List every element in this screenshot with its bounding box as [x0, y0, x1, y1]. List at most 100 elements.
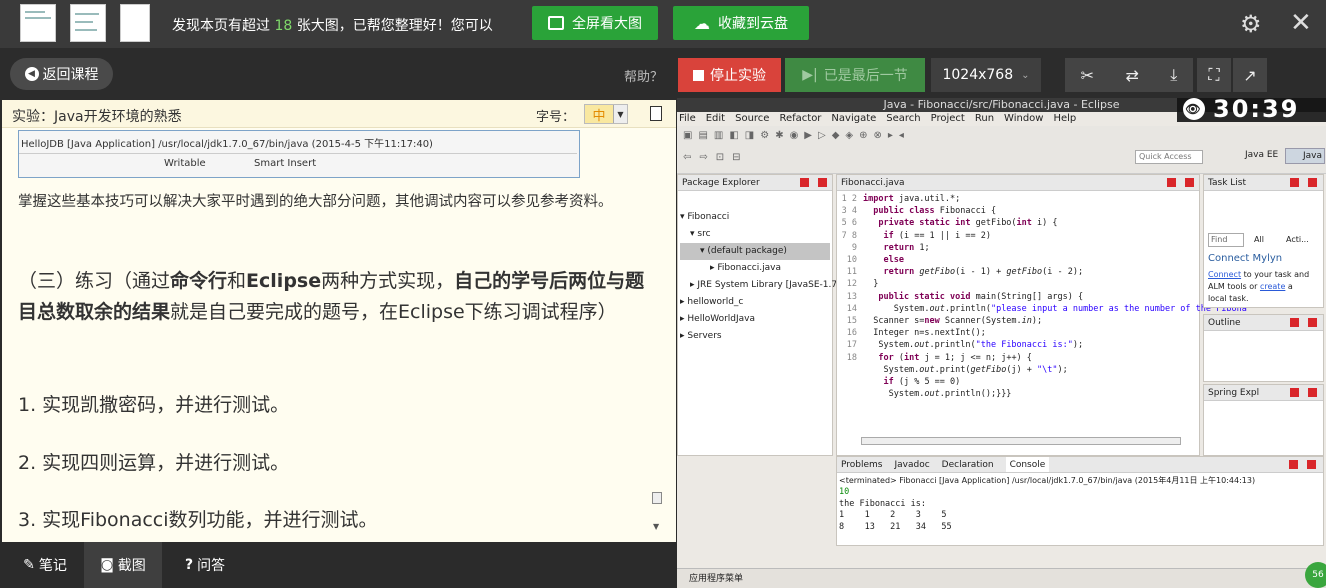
- menu-file[interactable]: File: [679, 112, 696, 126]
- maximize-icon[interactable]: [1308, 178, 1317, 187]
- tab-problems[interactable]: Problems: [841, 457, 882, 472]
- chevron-down-icon: ⌄: [1021, 69, 1030, 81]
- open-new-window-icon[interactable]: ↗: [1233, 58, 1267, 92]
- tree-item[interactable]: ▾ (default package): [680, 243, 830, 260]
- console-view: Problems Javadoc Declaration Console <te…: [836, 456, 1324, 546]
- tree-item[interactable]: ▸ Servers: [680, 328, 830, 345]
- thumbnail-3[interactable]: [120, 4, 150, 42]
- scissors-icon[interactable]: ✂: [1081, 66, 1094, 85]
- help-link[interactable]: 帮助？: [624, 66, 663, 85]
- thumbnail-2[interactable]: [70, 4, 106, 42]
- tree-item[interactable]: ▸ JRE System Library [JavaSE-1.7]: [680, 277, 841, 294]
- top-notice-bar: 发现本页有超过 18 张大图，已帮您整理好！您可以 全屏看大图 ☁ 收藏到云盘 …: [0, 0, 1326, 48]
- filter-activate[interactable]: Acti...: [1286, 235, 1309, 244]
- eclipse-toolbar: ▣▤▥◧◨⚙✱◉▶▷◆◈⊕⊗▸◂ ⇦⇨⊡⊟ Quick Access Java …: [677, 126, 1326, 174]
- menu-refactor[interactable]: Refactor: [779, 112, 821, 126]
- minimize-icon[interactable]: [1290, 318, 1299, 327]
- question-icon: ?: [184, 557, 194, 573]
- skip-icon: ▶|: [802, 67, 818, 83]
- image-icon: [548, 16, 564, 30]
- stop-lab-button[interactable]: 停止实验: [678, 58, 781, 92]
- thumbnail-1[interactable]: [20, 4, 56, 42]
- list-item: 1. 实现凯撒密码，并进行测试。: [18, 394, 290, 416]
- tree-item[interactable]: ▸ helloworld_c: [680, 294, 830, 311]
- cloud-icon: ☁: [694, 13, 710, 33]
- menu-run[interactable]: Run: [975, 112, 994, 126]
- tab-qa[interactable]: ? 问答: [170, 542, 240, 588]
- toolbar-icons-row2[interactable]: ⇦⇨⊡⊟: [683, 152, 749, 163]
- console-header: <terminated> Fibonacci [Java Application…: [839, 476, 1256, 485]
- remote-desktop[interactable]: Java - Fibonacci/src/Fibonacci.java - Ec…: [677, 98, 1326, 588]
- perspective-java[interactable]: Java: [1285, 148, 1325, 164]
- maximize-icon[interactable]: [818, 178, 827, 187]
- find-input[interactable]: Find: [1208, 233, 1244, 247]
- console-output[interactable]: 10 the Fibonacci is: 1 1 2 3 5 8 13 21 3…: [839, 487, 952, 533]
- perspective-java-ee[interactable]: Java EE: [1245, 150, 1278, 160]
- task-list: Task List Find All Acti... Connect Mylyn…: [1203, 174, 1324, 308]
- font-size-label: 字号：: [536, 110, 576, 125]
- minimize-icon[interactable]: [1290, 388, 1299, 397]
- minimize-icon[interactable]: [800, 178, 809, 187]
- code-editor[interactable]: Fibonacci.java 1 2 3 4 5 6 7 8 9 10 11 1…: [836, 174, 1247, 456]
- maximize-icon[interactable]: [1307, 460, 1316, 469]
- resolution-select[interactable]: 1024x768 ⌄: [931, 58, 1041, 92]
- dropdown-arrow-icon: ▼: [613, 105, 627, 123]
- maximize-icon[interactable]: [1308, 388, 1317, 397]
- mylyn-title: Connect Mylyn: [1208, 253, 1283, 264]
- tab-javadoc[interactable]: Javadoc: [894, 457, 929, 472]
- embedded-screenshot: HelloJDB [Java Application] /usr/local/j…: [18, 130, 580, 178]
- tree-item[interactable]: ▾ src: [680, 226, 830, 243]
- horizontal-scrollbar[interactable]: [861, 437, 1181, 445]
- tree-item[interactable]: ▸ Fibonacci.java: [680, 260, 830, 277]
- tree-item[interactable]: ▾ Fibonacci: [680, 209, 830, 226]
- doc-scrollbar[interactable]: ▼: [650, 130, 664, 540]
- bottom-tab-bar: ✎ 笔记 ◙ 截图 ? 问答: [0, 542, 676, 588]
- gear-icon[interactable]: ⚙: [1240, 10, 1262, 38]
- tab-notes[interactable]: ✎ 笔记: [10, 542, 80, 588]
- line-numbers: 1 2 3 4 5 6 7 8 9 10 11 12 13 14 15 16 1…: [841, 194, 857, 363]
- notification-badge[interactable]: 56: [1305, 562, 1326, 588]
- pencil-icon: ✎: [23, 557, 35, 573]
- stop-icon: [693, 69, 704, 81]
- doc-header: 实验：Java开发环境的熟悉 字号： 中 ▼: [2, 100, 676, 128]
- menu-navigate[interactable]: Navigate: [831, 112, 876, 126]
- document-icon[interactable]: [650, 106, 662, 121]
- font-size-select[interactable]: 中 ▼: [584, 104, 628, 124]
- last-section-button[interactable]: ▶| 已是最后一节: [785, 58, 925, 92]
- doc-title: 实验：Java开发环境的熟悉: [12, 109, 182, 125]
- filter-all[interactable]: All: [1254, 235, 1264, 244]
- menu-help[interactable]: Help: [1053, 112, 1076, 126]
- tab-screenshot[interactable]: ◙ 截图: [84, 542, 162, 588]
- toolbar-icons[interactable]: ▣▤▥◧◨⚙✱◉▶▷◆◈⊕⊗▸◂: [683, 130, 910, 141]
- tab-declaration[interactable]: Declaration: [942, 457, 994, 472]
- menu-window[interactable]: Window: [1004, 112, 1043, 126]
- menu-project[interactable]: Project: [931, 112, 965, 126]
- minimize-icon[interactable]: [1290, 178, 1299, 187]
- maximize-icon[interactable]: [1185, 178, 1194, 187]
- menu-search[interactable]: Search: [886, 112, 920, 126]
- quick-access-input[interactable]: Quick Access: [1135, 150, 1203, 164]
- maximize-icon[interactable]: [1308, 318, 1317, 327]
- remote-tools: ✂ ⇄ ⤓: [1065, 58, 1193, 92]
- list-item: 2. 实现四则运算，并进行测试。: [18, 452, 290, 474]
- mylyn-text: Connect to your task and ALM tools or cr…: [1208, 270, 1310, 303]
- tree-item[interactable]: ▸ HelloWorldJava: [680, 311, 830, 328]
- status-row: Writable Smart Insert: [19, 153, 577, 173]
- fullscreen-images-button[interactable]: 全屏看大图: [532, 6, 658, 40]
- download-icon[interactable]: ⤓: [1170, 65, 1177, 85]
- menu-edit[interactable]: Edit: [706, 112, 725, 126]
- connect-link[interactable]: Connect: [1208, 270, 1241, 279]
- minimize-icon[interactable]: [1167, 178, 1176, 187]
- switch-icon[interactable]: ⇄: [1125, 66, 1138, 85]
- close-icon[interactable]: ✕: [1290, 8, 1312, 38]
- source-code[interactable]: import java.util.*; public class Fibonac…: [863, 193, 1247, 400]
- project-tree: ▾ Fibonacci ▾ src ▾ (default package) ▸ …: [680, 209, 841, 345]
- fullscreen-icon[interactable]: ⛶: [1197, 58, 1231, 92]
- back-arrow-icon: ◀: [24, 67, 39, 81]
- create-link[interactable]: create: [1260, 282, 1285, 291]
- minimize-icon[interactable]: [1289, 460, 1298, 469]
- back-to-course-button[interactable]: ◀ 返回课程: [10, 58, 113, 90]
- save-to-cloud-button[interactable]: ☁ 收藏到云盘: [673, 6, 809, 40]
- tab-console[interactable]: Console: [1005, 457, 1050, 472]
- menu-source[interactable]: Source: [735, 112, 769, 126]
